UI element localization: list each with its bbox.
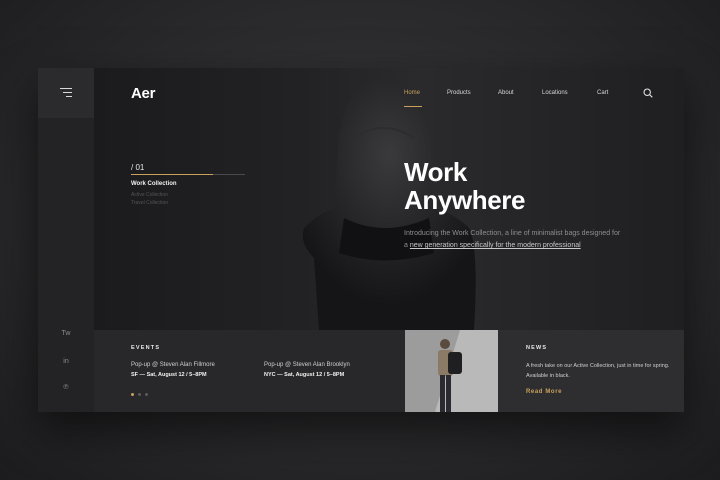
hero-section — [94, 68, 684, 330]
search-icon[interactable] — [643, 88, 653, 98]
hamburger-menu-icon[interactable] — [60, 88, 72, 98]
event-title[interactable]: Pop-up @ Steven Alan Fillmore — [131, 362, 215, 368]
news-label: NEWS — [526, 345, 548, 351]
menu-button[interactable] — [38, 68, 94, 118]
collection-item-work[interactable]: Work Collection — [131, 181, 177, 187]
pagination-dot-active[interactable] — [131, 393, 134, 396]
linkedin-icon[interactable]: in — [38, 358, 94, 365]
nav-about[interactable]: About — [498, 90, 514, 96]
event-date: NYC — Sat, August 12 / 5–8PM — [264, 372, 345, 378]
events-panel — [94, 330, 405, 412]
website-frame: Tw in ℗ Aer Home Products About Location… — [38, 68, 684, 412]
pagination-dot[interactable] — [138, 393, 141, 396]
hero-subtitle: Introducing the Work Collection, a line … — [404, 230, 621, 249]
collection-item-active[interactable]: Active Collection — [131, 192, 168, 198]
event-date: SF — Sat, August 12 / 5–8PM — [131, 372, 207, 378]
events-label: EVENTS — [131, 345, 161, 351]
hero-link[interactable]: new generation specifically for the mode… — [410, 242, 581, 249]
read-more-link[interactable]: Read More — [526, 389, 562, 395]
collection-item-travel[interactable]: Travel Collection — [131, 200, 168, 206]
news-panel: NEWS A fresh take on our Active Collecti… — [498, 330, 684, 412]
nav-active-indicator — [404, 106, 422, 107]
event-title[interactable]: Pop-up @ Steven Alan Brooklyn — [264, 362, 350, 368]
nav-home[interactable]: Home — [404, 90, 420, 96]
twitter-icon[interactable]: Tw — [38, 330, 94, 337]
news-image[interactable] — [405, 330, 498, 412]
brand-logo[interactable]: Aer — [131, 85, 155, 102]
collection-counter: / 01 — [131, 163, 145, 172]
pagination-dot[interactable] — [145, 393, 148, 396]
pinterest-icon[interactable]: ℗ — [38, 384, 94, 391]
left-sidebar: Tw in ℗ — [38, 68, 94, 412]
nav-products[interactable]: Products — [447, 90, 471, 96]
news-text: A fresh take on our Active Collection, j… — [526, 363, 670, 379]
nav-locations[interactable]: Locations — [542, 90, 568, 96]
nav-cart[interactable]: Cart — [597, 90, 608, 96]
hero-title: Work Anywhere — [404, 157, 526, 215]
collection-progress-fill — [131, 174, 213, 175]
